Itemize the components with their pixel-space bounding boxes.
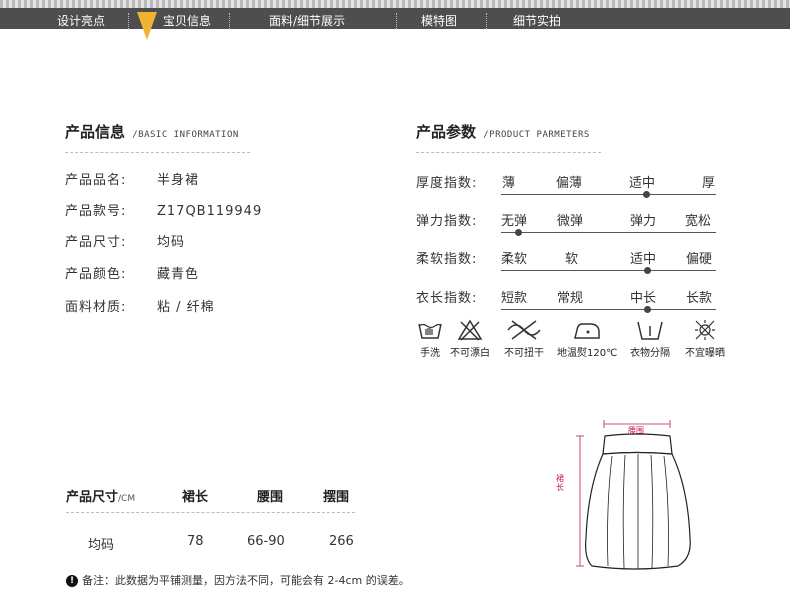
info-label: 产品品名: [65,173,127,188]
param-option: 短款 [501,291,528,306]
care-label: 衣物分隔 [630,348,670,359]
param-option: 弹力 [630,214,657,229]
param-option: 常规 [557,291,584,306]
size-cell-waist: 66-90 [247,534,285,549]
size-cell-size: 均码 [88,538,115,553]
info-value: 均码 [157,235,186,250]
top-nav-bar: 设计亮点 宝贝信息 面料/细节展示 模特图 细节实拍 [0,0,790,29]
param-selected-marker [515,229,522,236]
care-item-separate-wash: 衣物分隔 [620,318,680,359]
waist-label: 腰围 [628,426,644,435]
info-value: 半身裙 [157,173,200,188]
size-header-length: 裙长 [182,490,209,505]
nav-separator [128,13,129,29]
exclamation-icon: ! [66,575,78,587]
care-label: 不可扭干 [504,348,544,359]
param-label: 弹力指数: [416,214,478,229]
active-nav-marker [137,12,157,40]
info-label: 面料材质: [65,300,127,315]
info-label: 产品款号: [65,204,127,219]
no-wring-icon [507,320,541,340]
nav-item-design-highlights[interactable]: 设计亮点 [57,13,105,29]
basic-info-subtitle-text: BASIC INFORMATION [138,130,239,140]
size-header-size: 产品尺寸/CM [66,486,135,505]
param-option: 适中 [630,252,657,267]
nav-decoration [0,0,790,8]
param-option: 长款 [686,291,713,306]
info-label: 产品颜色: [65,267,127,282]
separate-wash-icon [637,321,663,340]
info-row-material: 面料材质: 粘 / 纤棉 [65,296,215,315]
care-label: 地温熨120℃ [557,348,618,359]
param-option: 偏薄 [556,176,583,191]
basic-info-subtitle: /BASIC INFORMATION [132,130,239,140]
no-sun-icon [695,320,715,340]
size-unit: /CM [118,494,136,504]
basic-info-title-text: 产品信息 [65,123,126,141]
note-text: 备注：此数据为平铺测量，因方法不同，可能会有 2-4cm 的误差。 [82,574,410,587]
size-header-waist: 腰围 [257,490,284,505]
param-option: 偏硬 [686,252,713,267]
care-label: 不宜曝晒 [685,348,725,359]
param-option: 中长 [630,291,657,306]
nav-separator [229,13,230,29]
care-item-no-sun: 不宜曝晒 [675,318,735,359]
care-item-no-wring: 不可扭干 [494,318,554,359]
params-divider [416,152,601,153]
param-option: 无弹 [501,214,528,229]
nav-item-model-photos[interactable]: 模特图 [421,13,457,29]
param-label: 柔软指数: [416,252,478,267]
param-option: 薄 [502,176,516,191]
param-option: 软 [565,252,579,267]
no-bleach-icon [457,319,483,341]
size-cell-length: 78 [187,534,204,549]
param-scale-line [501,270,716,271]
info-value: 藏青色 [157,267,200,282]
measurement-note: ! 备注：此数据为平铺测量，因方法不同，可能会有 2-4cm 的误差。 [66,572,410,588]
param-option: 厚 [702,176,716,191]
low-iron-icon [574,323,600,339]
param-option: 适中 [629,176,656,191]
info-value: 粘 / 纤棉 [157,300,215,315]
nav-separator [396,13,397,29]
param-label: 厚度指数: [416,176,478,191]
skirt-measurement-diagram [576,420,691,570]
params-title-text: 产品参数 [416,123,477,141]
param-option: 宽松 [685,214,712,229]
info-row-color: 产品颜色: 藏青色 [65,263,199,282]
basic-info-divider [65,152,250,153]
param-selected-marker [644,267,651,274]
param-scale-line [501,194,716,195]
nav-separator [486,13,487,29]
nav-item-product-info[interactable]: 宝贝信息 [163,13,211,29]
param-selected-marker [644,306,651,313]
param-selected-marker [643,191,650,198]
care-item-no-bleach: 不可漂白 [440,318,500,359]
info-label: 产品尺寸: [65,235,127,250]
nav-item-detail-shots[interactable]: 细节实拍 [513,13,561,29]
info-row-name: 产品品名: 半身裙 [65,169,199,188]
param-label: 衣长指数: [416,291,478,306]
param-option: 微弹 [557,214,584,229]
params-subtitle-text: PRODUCT PARMETERS [489,130,590,140]
basic-info-title: 产品信息 /BASIC INFORMATION [65,121,239,142]
care-label: 不可漂白 [450,348,490,359]
info-value: Z17QB119949 [157,204,263,219]
info-row-size: 产品尺寸: 均码 [65,231,185,250]
care-item-low-iron: 地温熨120℃ [557,318,617,359]
params-subtitle: /PRODUCT PARMETERS [483,130,590,140]
size-header-hem: 摆围 [323,490,350,505]
length-label: 裙长 [556,474,564,492]
size-header-text: 产品尺寸 [66,490,119,505]
size-cell-hem: 266 [329,534,354,549]
size-table-divider [66,512,355,513]
param-option: 柔软 [501,252,528,267]
nav-item-fabric-details[interactable]: 面料/细节展示 [269,13,345,29]
param-scale-line [501,309,716,310]
params-title: 产品参数 /PRODUCT PARMETERS [416,121,590,142]
info-row-sku: 产品款号: Z17QB119949 [65,200,262,219]
param-scale-line [501,232,716,233]
